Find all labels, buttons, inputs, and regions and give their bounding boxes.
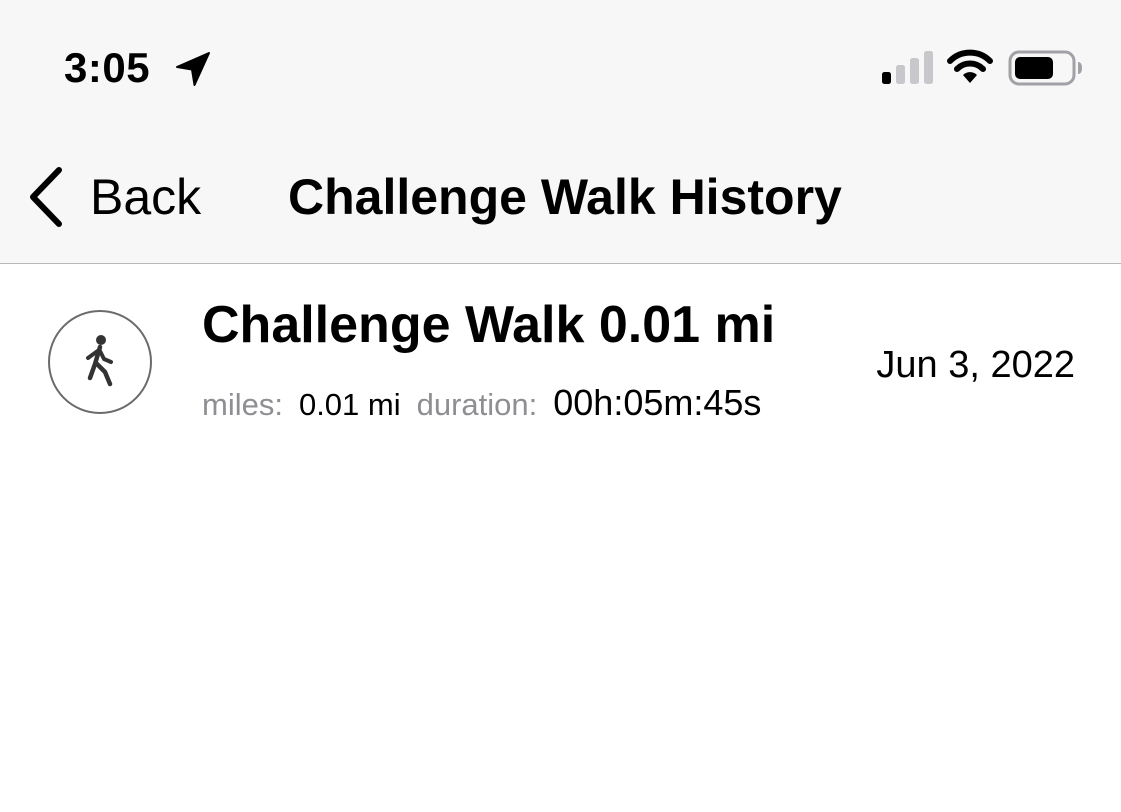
walk-title: Challenge Walk 0.01 mi (202, 296, 776, 354)
miles-value: 0.01 mi (298, 387, 401, 422)
walk-avatar (48, 310, 152, 414)
location-arrow-icon (176, 52, 210, 86)
cellular-signal-icon (882, 51, 933, 84)
back-label: Back (90, 169, 202, 225)
list-item[interactable]: Challenge Walk 0.01 mi miles: 0.01 mi du… (0, 264, 1121, 454)
walk-meta: miles: 0.01 mi duration: 00h:05m:45s (202, 382, 761, 424)
walk-date: Jun 3, 2022 (876, 344, 1075, 386)
header-area: 3:05 Back Challenge Walk History (0, 0, 1121, 264)
wifi-icon (947, 49, 993, 83)
battery-icon (1008, 50, 1082, 86)
back-button[interactable]: Back (24, 162, 201, 232)
chevron-left-icon (30, 167, 62, 227)
duration-value: 00h:05m:45s (553, 382, 762, 423)
status-time: 3:05 (64, 44, 151, 91)
walking-person-icon (86, 335, 113, 387)
page-title: Challenge Walk History (288, 169, 842, 225)
miles-label: miles: (202, 387, 283, 422)
status-bar: 3:05 (0, 0, 1121, 130)
duration-label: duration: (416, 387, 538, 422)
